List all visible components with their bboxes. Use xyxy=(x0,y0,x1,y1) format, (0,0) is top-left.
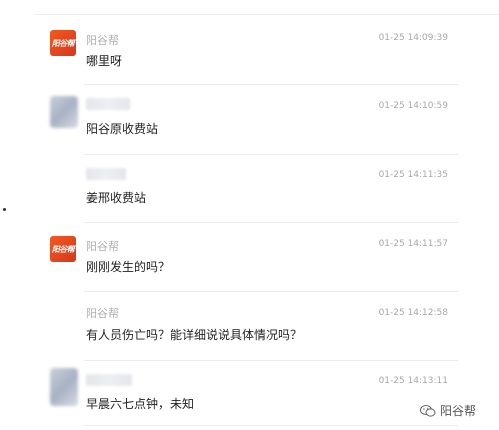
message-divider xyxy=(84,425,458,426)
avatar-logo[interactable]: 阳谷帮 xyxy=(50,236,76,262)
message-text: 有人员伤亡吗？能详细说说具体情况吗？ xyxy=(86,328,303,342)
sender-name-blurred[interactable] xyxy=(86,98,130,110)
sender-name-blurred[interactable] xyxy=(86,374,132,386)
watermark: 阳谷帮 xyxy=(420,402,476,419)
message-text: 姜邢收费站 xyxy=(86,191,147,205)
sender-name-blurred[interactable] xyxy=(86,168,126,180)
wechat-icon xyxy=(420,404,436,417)
top-divider xyxy=(34,14,499,15)
message-text: 刚刚发生的吗？ xyxy=(86,260,171,274)
sender-name[interactable]: 阳谷帮 xyxy=(86,238,119,254)
watermark-text: 阳谷帮 xyxy=(440,404,477,418)
message-time: 01-25 14:11:35 xyxy=(378,170,448,180)
message-time: 01-25 14:12:58 xyxy=(378,308,448,318)
logo-text: 阳谷帮 xyxy=(51,244,75,254)
message-divider xyxy=(84,84,458,85)
message-text: 阳谷原收费站 xyxy=(86,122,159,136)
avatar-blurred[interactable] xyxy=(50,368,78,406)
message-time: 01-25 14:13:11 xyxy=(378,376,448,386)
message-time: 01-25 14:10:59 xyxy=(378,101,448,111)
avatar-blurred[interactable] xyxy=(50,96,78,128)
message-divider xyxy=(84,291,458,292)
bullet-dot xyxy=(3,208,6,211)
message-time: 01-25 14:09:39 xyxy=(378,33,448,43)
message-divider xyxy=(84,222,458,223)
avatar-logo[interactable]: 阳谷帮 xyxy=(50,30,76,56)
logo-text: 阳谷帮 xyxy=(51,38,75,48)
message-divider xyxy=(84,360,458,361)
message-text: 哪里呀 xyxy=(86,54,123,68)
sender-name[interactable]: 阳谷帮 xyxy=(86,32,119,48)
message-text: 早晨六七点钟，未知 xyxy=(86,397,195,411)
message-divider xyxy=(84,154,458,155)
sender-name[interactable]: 阳谷帮 xyxy=(86,305,119,321)
message-time: 01-25 14:11:57 xyxy=(378,239,448,249)
